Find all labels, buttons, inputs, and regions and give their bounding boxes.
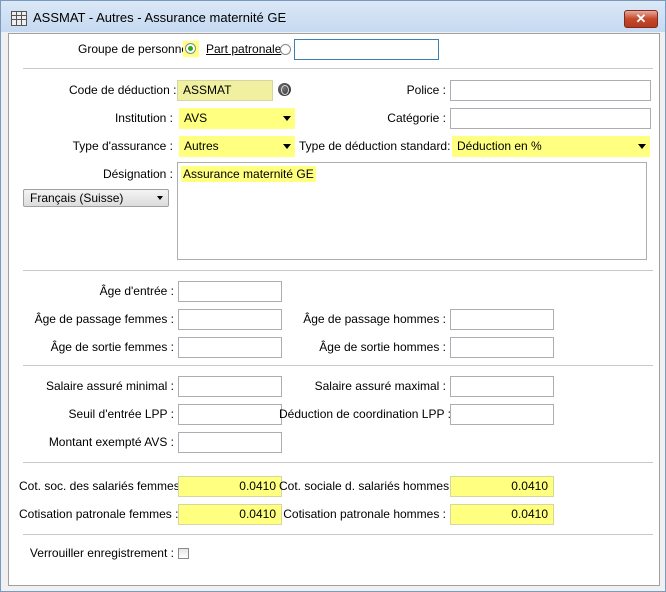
cot-patronale-hommes-field[interactable]: 0.0410 [450,504,554,525]
chevron-down-icon [638,144,646,149]
language-select[interactable]: Français (Suisse) [23,189,169,207]
divider [23,270,653,271]
designation-value: Assurance maternité GE [181,166,316,182]
seuil-lpp-label: Seuil d'entrée LPP : [68,407,174,421]
type-assurance-label: Type d'assurance : [72,139,173,153]
part-patronale-label: Part patronale [206,41,281,57]
age-entree-label: Âge d'entrée : [99,284,174,298]
institution-select[interactable]: AVS [179,108,295,129]
coordination-lpp-label: Déduction de coordination LPP : [279,407,451,421]
part-patronale-text: Part patronale [206,42,282,56]
group-input[interactable] [294,39,439,60]
chevron-down-icon [283,116,291,121]
type-deduction-select[interactable]: Déduction en % [452,136,650,157]
group-radio[interactable] [185,43,196,54]
designation-label: Désignation : [102,167,173,181]
age-sortie-femmes-field[interactable] [178,337,282,358]
police-field[interactable] [450,80,651,101]
designation-textarea[interactable]: Assurance maternité GE [177,162,647,260]
type-assurance-value: Autres [184,139,219,153]
age-sortie-hommes-field[interactable] [450,337,554,358]
montant-exempte-field[interactable] [178,432,282,453]
title-bar[interactable]: ASSMAT - Autres - Assurance maternité GE… [1,1,665,32]
cot-salaries-hommes-label: Cot. sociale d. salariés hommes : [279,479,456,493]
form-body: Groupe de personnes Part patronale Code … [8,33,660,586]
cot-patronale-femmes-label: Cotisation patronale femmes : [19,507,179,521]
montant-exempte-label: Montant exempté AVS : [48,435,174,449]
globe-icon[interactable] [278,83,291,96]
categorie-field[interactable] [450,108,651,129]
dialog-window: ASSMAT - Autres - Assurance maternité GE… [0,0,666,592]
close-button[interactable]: ✕ [624,10,658,28]
type-deduction-value: Déduction en % [457,139,542,153]
salaire-min-field[interactable] [178,376,282,397]
age-sortie-hommes-label: Âge de sortie hommes : [319,340,446,354]
age-passage-hommes-field[interactable] [450,309,554,330]
lock-checkbox[interactable] [178,548,189,559]
cot-patronale-hommes-label: Cotisation patronale hommes : [283,507,446,521]
cot-salaries-femmes-label: Cot. soc. des salariés femmes : [19,479,187,493]
divider [23,534,653,535]
salaire-max-label: Salaire assuré maximal : [314,379,446,393]
part-patronale-radio[interactable] [280,44,291,55]
cot-salaries-femmes-field[interactable]: 0.0410 [178,476,282,497]
seuil-lpp-field[interactable] [178,404,282,425]
police-label: Police : [406,83,446,97]
categorie-label: Catégorie : [387,111,446,125]
type-deduction-label: Type de déduction standard: [299,139,451,153]
age-sortie-femmes-label: Âge de sortie femmes : [50,340,174,354]
age-passage-femmes-field[interactable] [178,309,282,330]
code-field[interactable]: ASSMAT [177,80,273,101]
institution-value: AVS [184,111,208,125]
salaire-min-label: Salaire assuré minimal : [45,379,174,393]
institution-label: Institution : [114,111,173,125]
divider [23,68,653,69]
coordination-lpp-field[interactable] [450,404,554,425]
window-title: ASSMAT - Autres - Assurance maternité GE [33,10,287,25]
code-label: Code de déduction : [69,83,177,97]
age-passage-femmes-label: Âge de passage femmes : [34,312,174,326]
lock-label: Verrouiller enregistrement : [29,546,174,560]
divider [23,365,653,366]
language-value: Français (Suisse) [30,191,124,205]
chevron-down-icon [157,196,163,200]
group-radio-label: Groupe de personnes [78,42,195,56]
salaire-max-field[interactable] [450,376,554,397]
cot-patronale-femmes-field[interactable]: 0.0410 [178,504,282,525]
divider [23,462,653,463]
grid-app-icon [11,11,27,26]
age-entree-field[interactable] [178,281,282,302]
chevron-down-icon [283,144,291,149]
age-passage-hommes-label: Âge de passage hommes : [303,312,446,326]
cot-salaries-hommes-field[interactable]: 0.0410 [450,476,554,497]
group-radio-highlight [183,41,199,57]
type-assurance-select[interactable]: Autres [179,136,295,157]
